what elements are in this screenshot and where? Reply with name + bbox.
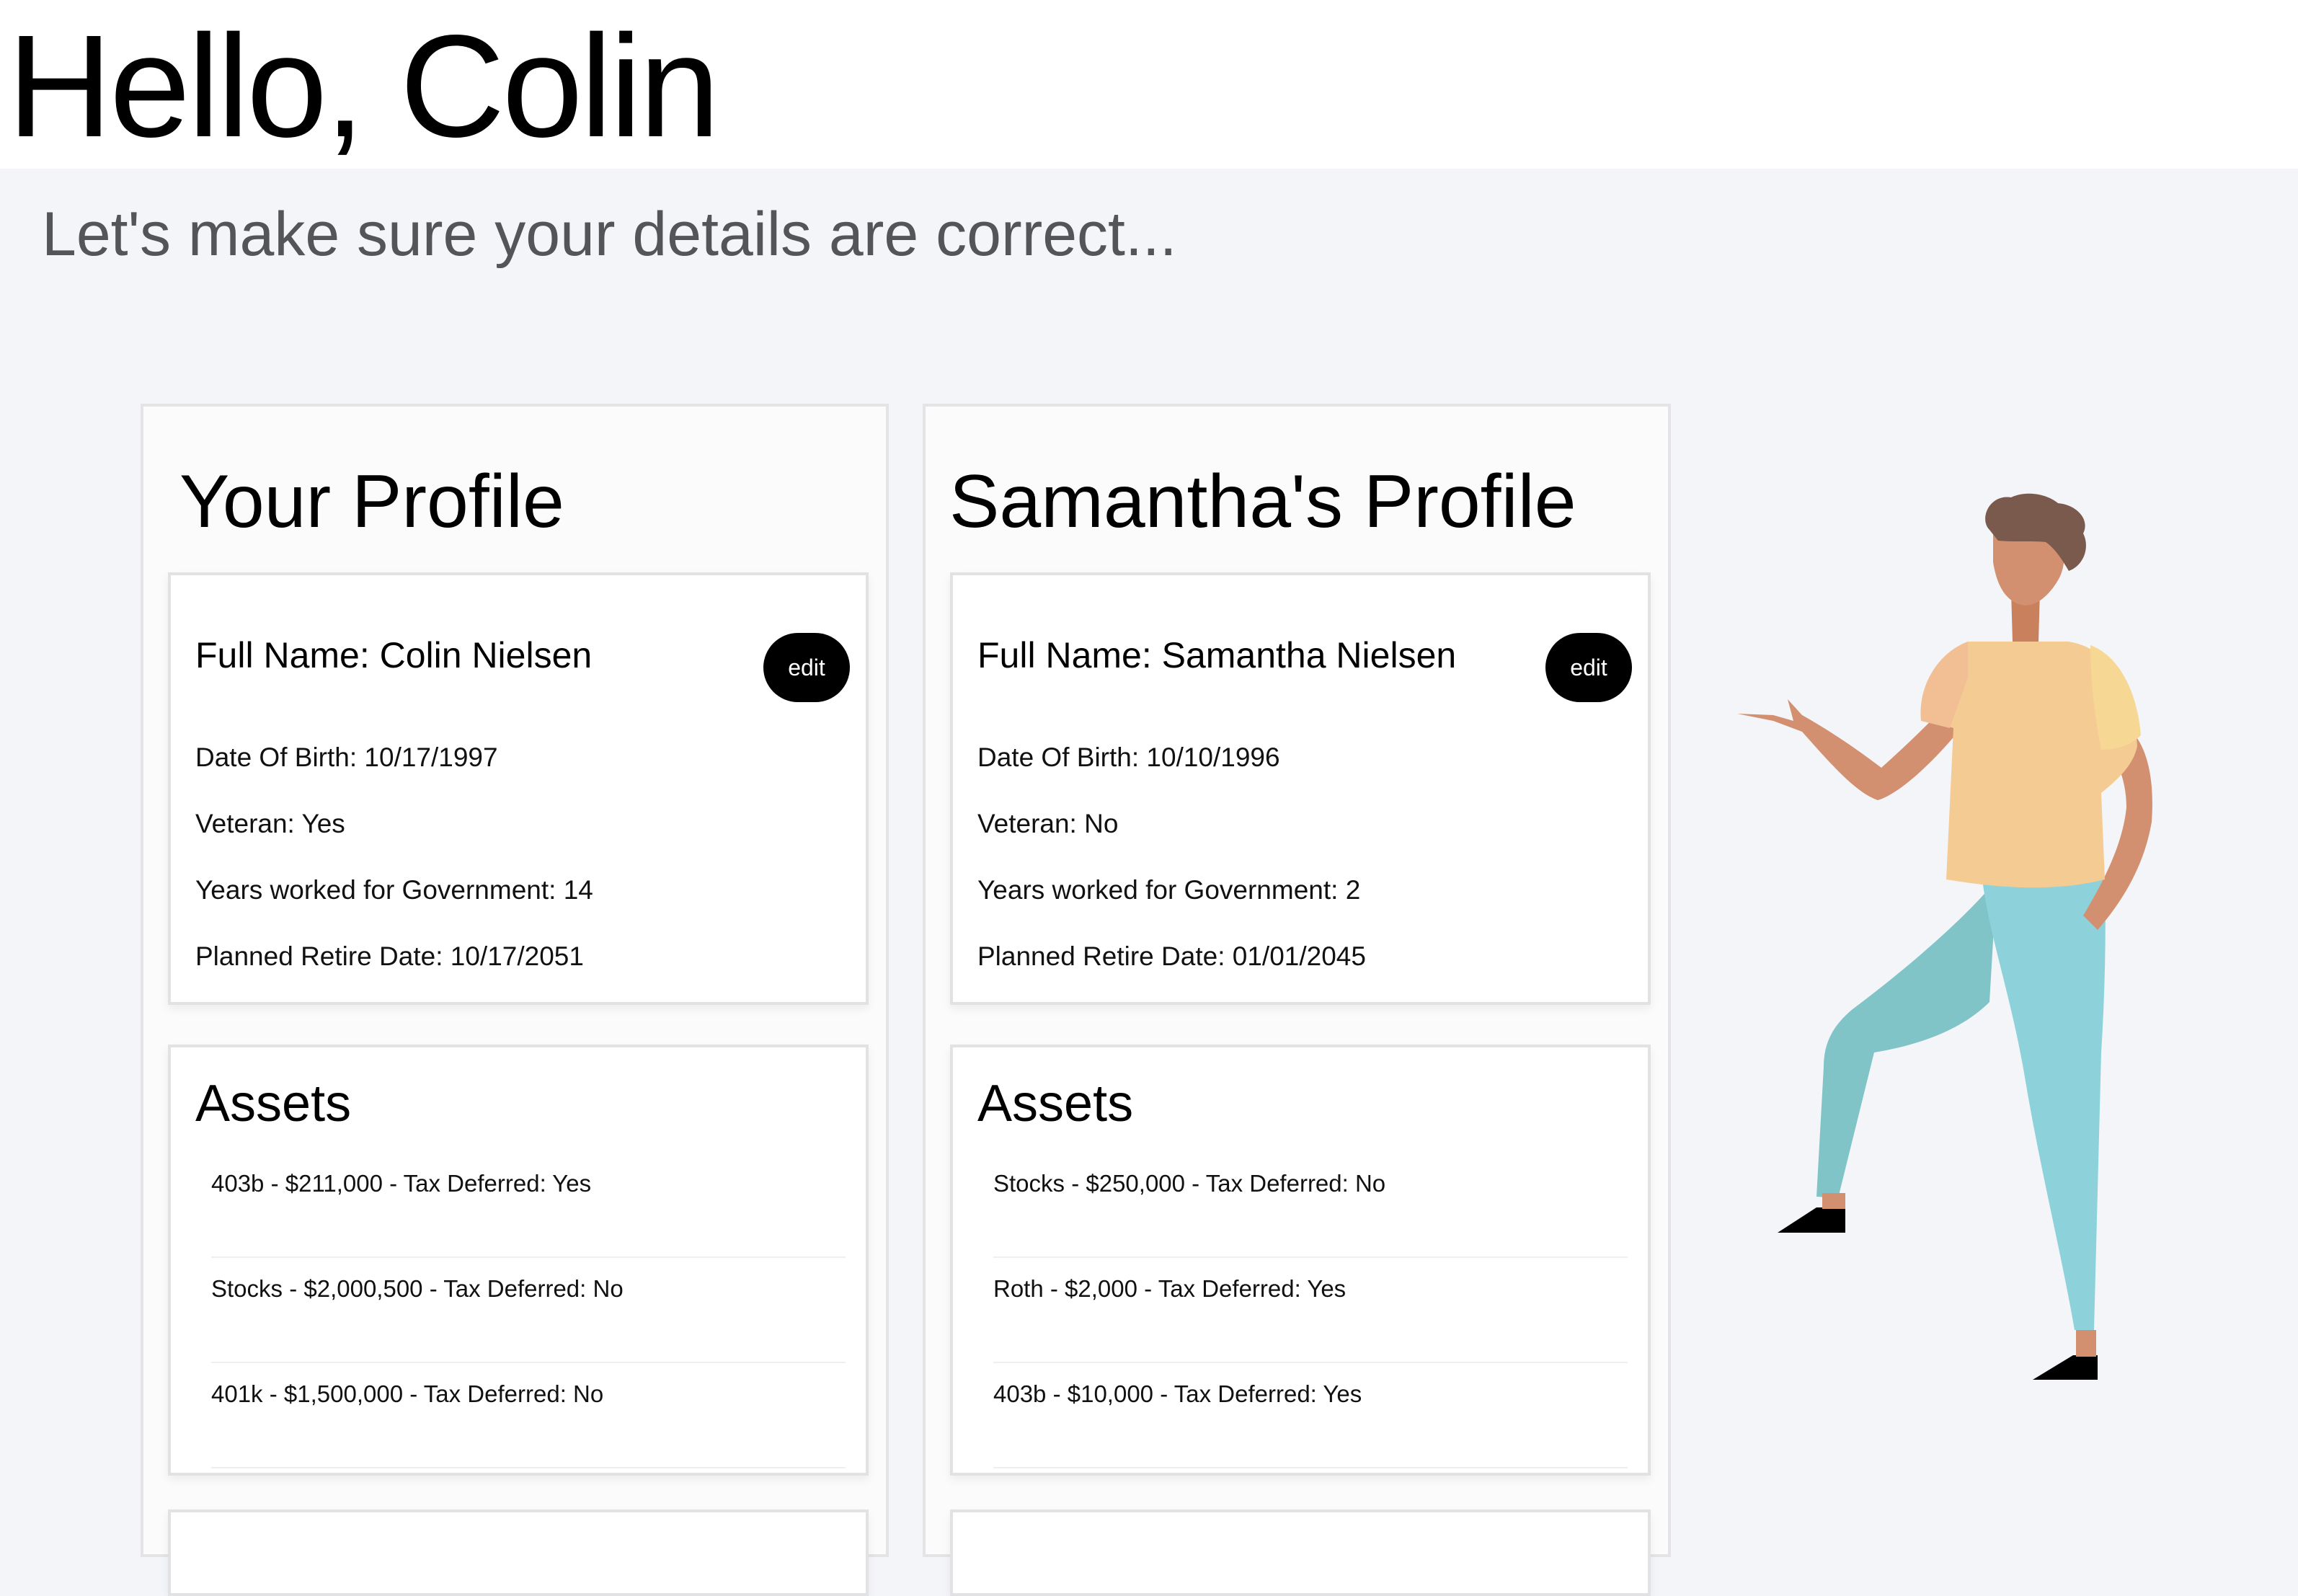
asset-item: 403b - $10,000 - Tax Deferred: Yes [993, 1363, 1628, 1468]
asset-item: Stocks - $250,000 - Tax Deferred: No [993, 1153, 1628, 1258]
years-worked-government: Years worked for Government: 2 [977, 875, 1361, 905]
date-of-birth: Date Of Birth: 10/17/1997 [195, 742, 498, 772]
assets-card: Assets 403b - $211,000 - Tax Deferred: Y… [168, 1045, 869, 1476]
assets-title: Assets [195, 1075, 352, 1132]
asset-item: Stocks - $2,000,500 - Tax Deferred: No [211, 1258, 846, 1363]
additional-card [950, 1509, 1651, 1596]
greeting-title: Hello, Colin [7, 4, 720, 167]
additional-card [168, 1509, 869, 1596]
assets-card: Assets Stocks - $250,000 - Tax Deferred:… [950, 1045, 1651, 1476]
planned-retire-date: Planned Retire Date: 10/17/2051 [195, 941, 584, 971]
profile-details-card: Full Name: Colin Nielsen edit Date Of Bi… [168, 572, 869, 1005]
veteran-status: Veteran: Yes [195, 809, 345, 838]
profile-heading: Samantha's Profile [949, 460, 1576, 544]
asset-item: 401k - $1,500,000 - Tax Deferred: No [211, 1363, 846, 1468]
profile-heading: Your Profile [179, 460, 564, 544]
presenting-person-illustration [1737, 493, 2152, 1380]
planned-retire-date: Planned Retire Date: 01/01/2045 [977, 941, 1366, 971]
page-header: Hello, Colin [0, 0, 2298, 169]
profile-details-card: Full Name: Samantha Nielsen edit Date Of… [950, 572, 1651, 1005]
date-of-birth: Date Of Birth: 10/10/1996 [977, 742, 1280, 772]
asset-list: 403b - $211,000 - Tax Deferred: Yes Stoc… [211, 1153, 846, 1468]
page-subtitle: Let's make sure your details are correct… [42, 200, 1177, 269]
edit-profile-button[interactable]: edit [763, 633, 850, 702]
veteran-status: Veteran: No [977, 809, 1119, 838]
asset-item: Roth - $2,000 - Tax Deferred: Yes [993, 1258, 1628, 1363]
spouse-profile-panel: Samantha's Profile Full Name: Samantha N… [923, 404, 1671, 1596]
full-name: Full Name: Samantha Nielsen [977, 635, 1457, 675]
your-profile-panel: Your Profile Full Name: Colin Nielsen ed… [141, 404, 889, 1596]
asset-list: Stocks - $250,000 - Tax Deferred: No Rot… [993, 1153, 1628, 1468]
years-worked-government: Years worked for Government: 14 [195, 875, 593, 905]
edit-profile-button[interactable]: edit [1545, 633, 1632, 702]
full-name: Full Name: Colin Nielsen [195, 635, 593, 675]
assets-title: Assets [977, 1075, 1134, 1132]
asset-item: 403b - $211,000 - Tax Deferred: Yes [211, 1153, 846, 1258]
